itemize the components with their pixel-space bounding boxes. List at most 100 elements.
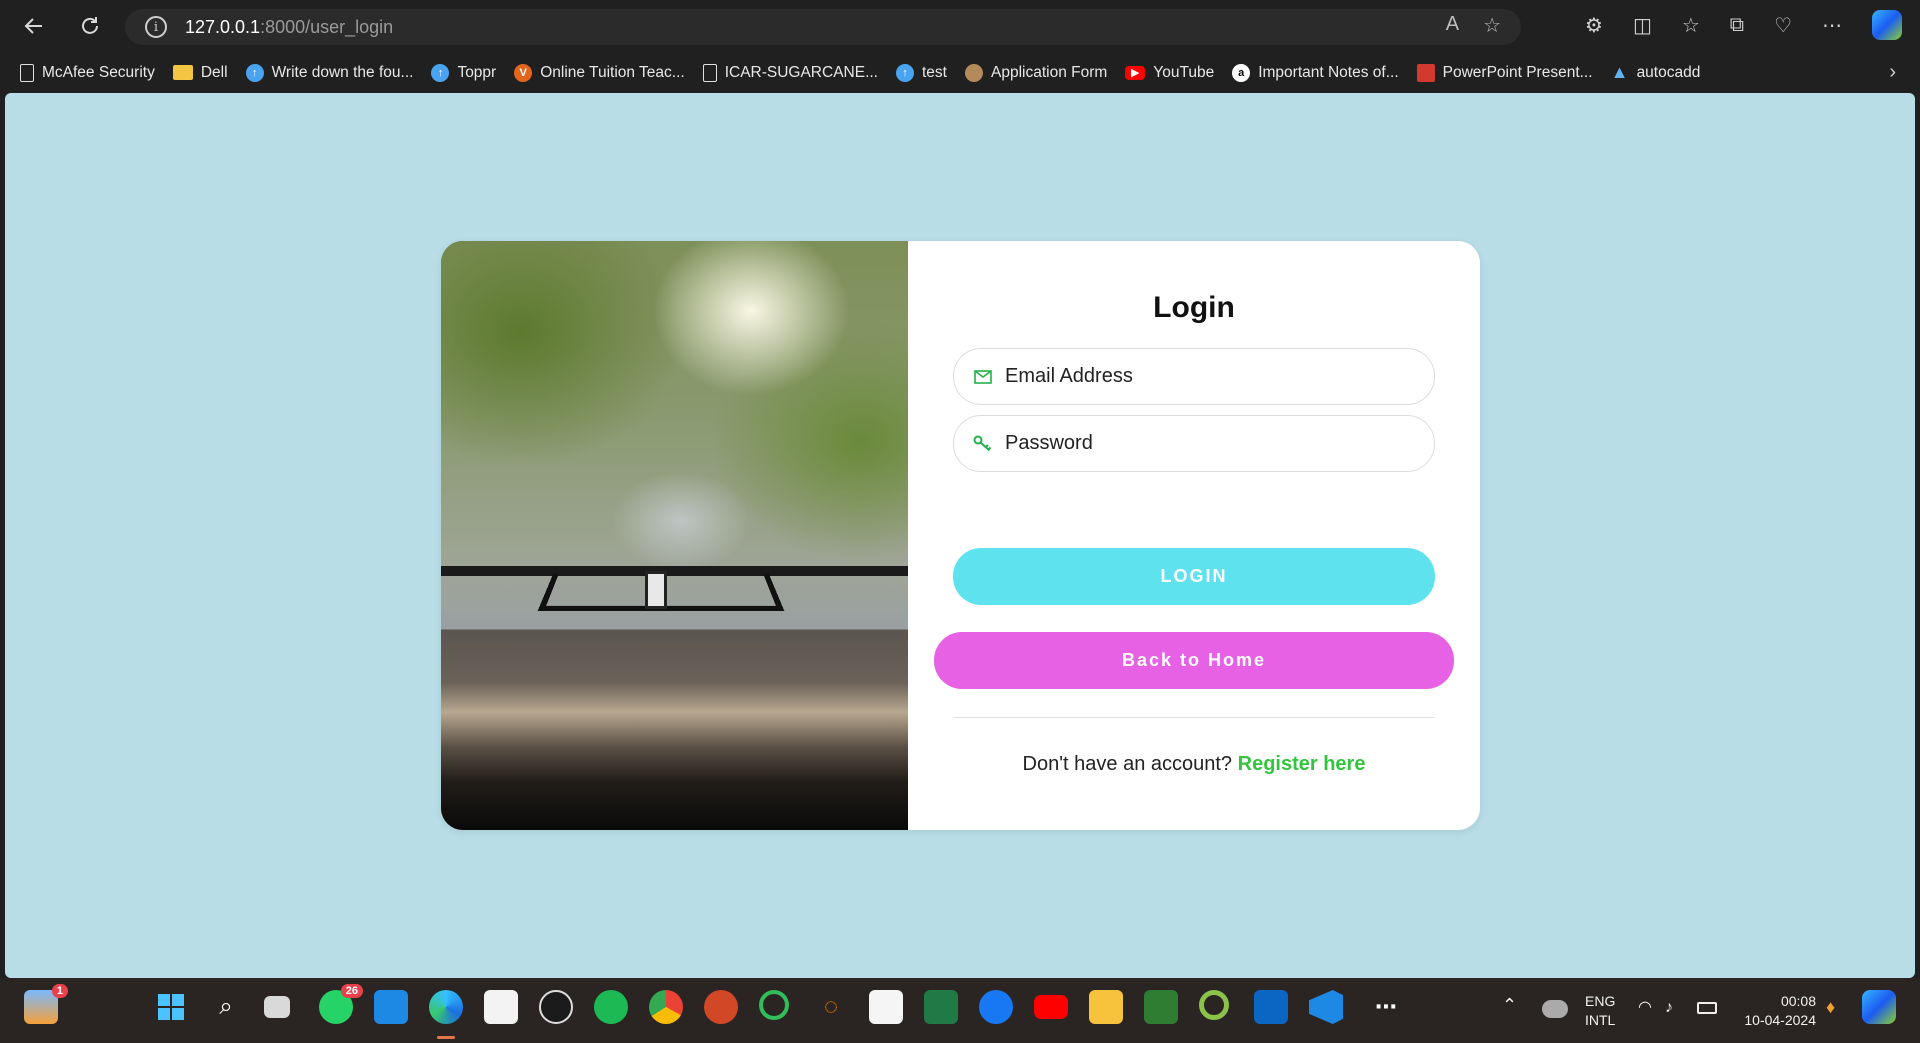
bookmark-item[interactable]: ▶ YouTube xyxy=(1125,64,1214,82)
page-content: Login Email Address Password LOGIN Back … xyxy=(5,93,1915,978)
snipping-tool-icon[interactable] xyxy=(869,990,903,1024)
bookmark-label: PowerPoint Present... xyxy=(1442,63,1593,81)
email-placeholder: Email Address xyxy=(1005,365,1133,387)
folder-icon xyxy=(172,65,193,80)
language-indicator[interactable]: ENG INTL xyxy=(1585,992,1615,1030)
document-icon xyxy=(702,63,717,82)
upload-circle-icon: ↑ xyxy=(431,63,450,82)
weather-badge: 1 xyxy=(51,984,68,998)
notification-bell-icon[interactable]: ♦ xyxy=(1826,998,1835,1017)
bookmark-item[interactable]: PowerPoint Present... xyxy=(1416,63,1593,82)
password-placeholder: Password xyxy=(1005,432,1093,454)
weather-widget-icon[interactable]: 1 xyxy=(24,984,68,1024)
bookmark-label: ICAR-SUGARCANE... xyxy=(724,63,878,81)
vscode-icon[interactable] xyxy=(1309,990,1343,1024)
circular-app-icon[interactable] xyxy=(759,990,789,1020)
bookmark-item[interactable]: a Important Notes of... xyxy=(1232,63,1399,82)
clock-date: 10-04-2024 xyxy=(1744,1012,1816,1028)
meet-icon[interactable] xyxy=(1144,990,1178,1024)
login-title: Login xyxy=(1153,291,1235,324)
password-field[interactable]: Password xyxy=(953,415,1435,472)
whatsapp-badge: 26 xyxy=(340,984,363,998)
refresh-button[interactable] xyxy=(68,4,112,48)
back-to-home-button[interactable]: Back to Home xyxy=(934,632,1454,689)
windows-taskbar: 1 ⌕ 26 ◌ ⋯ ⌃ ENG INTL ◠ ♪ 00:08 10-04-20… xyxy=(0,978,1920,1043)
address-bar[interactable]: i 127.0.0.1:8000/user_login A ☆ xyxy=(125,9,1521,45)
microsoft-store-icon[interactable] xyxy=(484,990,518,1024)
hero-image xyxy=(441,241,908,830)
bookmark-item[interactable]: Application Form xyxy=(964,63,1108,82)
keyboard-layout: INTL xyxy=(1585,1012,1616,1028)
chrome-icon[interactable] xyxy=(649,990,683,1024)
start-icon[interactable] xyxy=(154,990,188,1024)
monitor-stand-neck xyxy=(645,571,667,609)
collections-icon[interactable]: ⧉ xyxy=(1730,14,1744,37)
login-card: Login Email Address Password LOGIN Back … xyxy=(441,241,1480,830)
bookmark-label: Application Form xyxy=(990,63,1108,81)
copilot-taskbar-icon[interactable] xyxy=(1862,990,1896,1024)
split-screen-icon[interactable]: ◫ xyxy=(1633,13,1652,38)
qgis-icon[interactable] xyxy=(1199,990,1229,1020)
upload-circle-icon: ↑ xyxy=(896,63,914,82)
bookmarks-bar: McAfee Security Dell ↑ Write down the fou… xyxy=(0,52,1920,93)
bookmark-item[interactable]: ↑ test xyxy=(896,63,947,82)
youtube-icon: ▶ xyxy=(1125,65,1146,80)
browser-essentials-icon[interactable]: ♡ xyxy=(1774,13,1792,38)
a-logo-icon: a xyxy=(1232,63,1251,82)
bookmark-label: YouTube xyxy=(1153,63,1215,81)
bookmark-item[interactable]: ↑ Write down the fou... xyxy=(245,63,414,82)
bookmark-item[interactable]: ↑ Toppr xyxy=(431,63,497,82)
chevron-up-icon[interactable]: ⌃ xyxy=(1502,996,1517,1015)
read-aloud-icon[interactable]: A xyxy=(1446,13,1459,38)
widgets-app-icon[interactable] xyxy=(374,990,408,1024)
extensions-icon[interactable]: ⚙ xyxy=(1585,13,1603,38)
divider xyxy=(953,717,1435,718)
favorite-star-icon[interactable]: ☆ xyxy=(1483,13,1501,38)
wifi-icon[interactable]: ◠ xyxy=(1638,998,1652,1017)
login-button[interactable]: LOGIN xyxy=(953,548,1435,605)
facebook-icon[interactable] xyxy=(979,990,1013,1024)
browser-toolbar: i 127.0.0.1:8000/user_login A ☆ ⚙ ◫ ☆ ⧉ … xyxy=(0,0,1920,52)
teams-icon[interactable] xyxy=(1254,990,1288,1024)
dell-icon[interactable] xyxy=(539,990,573,1024)
upload-circle-icon: ↑ xyxy=(245,63,264,82)
powerpoint-icon[interactable] xyxy=(704,990,738,1024)
battery-icon[interactable] xyxy=(1697,1002,1717,1014)
file-explorer-icon[interactable] xyxy=(1089,990,1123,1024)
register-prompt: Don't have an account? Register here xyxy=(908,753,1480,776)
bookmark-item[interactable]: McAfee Security xyxy=(20,63,155,82)
excel-icon[interactable] xyxy=(924,990,958,1024)
whatsapp-icon[interactable]: 26 xyxy=(319,984,363,1024)
bookmark-item[interactable]: ▲ autocadd xyxy=(1611,62,1701,82)
back-button[interactable] xyxy=(12,4,56,48)
spotify-icon[interactable] xyxy=(594,990,628,1024)
favorites-icon[interactable]: ☆ xyxy=(1682,13,1700,38)
document-icon xyxy=(20,63,34,82)
jupyter-icon[interactable]: ◌ xyxy=(814,990,848,1024)
search-icon[interactable]: ⌕ xyxy=(209,990,243,1024)
onedrive-icon[interactable] xyxy=(1542,1000,1568,1018)
volume-icon[interactable]: ♪ xyxy=(1665,998,1673,1017)
bookmark-label: test xyxy=(922,63,947,81)
edge-browser-icon[interactable] xyxy=(429,990,463,1024)
clock[interactable]: 00:08 10-04-2024 xyxy=(1736,992,1816,1030)
chevron-right-icon[interactable]: › xyxy=(1889,61,1896,84)
bookmark-label: Toppr xyxy=(457,63,497,81)
active-app-indicator xyxy=(437,1036,455,1039)
clock-time: 00:08 xyxy=(1780,993,1816,1009)
more-apps-icon[interactable]: ⋯ xyxy=(1369,990,1403,1024)
register-link[interactable]: Register here xyxy=(1238,753,1366,775)
more-menu-icon[interactable]: ⋯ xyxy=(1822,13,1842,38)
youtube-icon[interactable] xyxy=(1034,995,1068,1019)
bookmark-label: Write down the fou... xyxy=(271,63,414,81)
bookmark-item[interactable]: V Online Tuition Teac... xyxy=(514,63,685,82)
v-logo-icon: V xyxy=(514,63,533,82)
seal-icon xyxy=(964,63,983,82)
task-view-icon[interactable] xyxy=(264,996,290,1018)
url-host: 127.0.0.1 xyxy=(185,16,261,37)
copilot-icon[interactable] xyxy=(1872,10,1902,40)
email-field[interactable]: Email Address xyxy=(953,348,1435,405)
bookmark-item[interactable]: ICAR-SUGARCANE... xyxy=(702,63,878,82)
site-info-icon[interactable]: i xyxy=(145,16,167,38)
bookmark-item[interactable]: Dell xyxy=(172,64,228,82)
